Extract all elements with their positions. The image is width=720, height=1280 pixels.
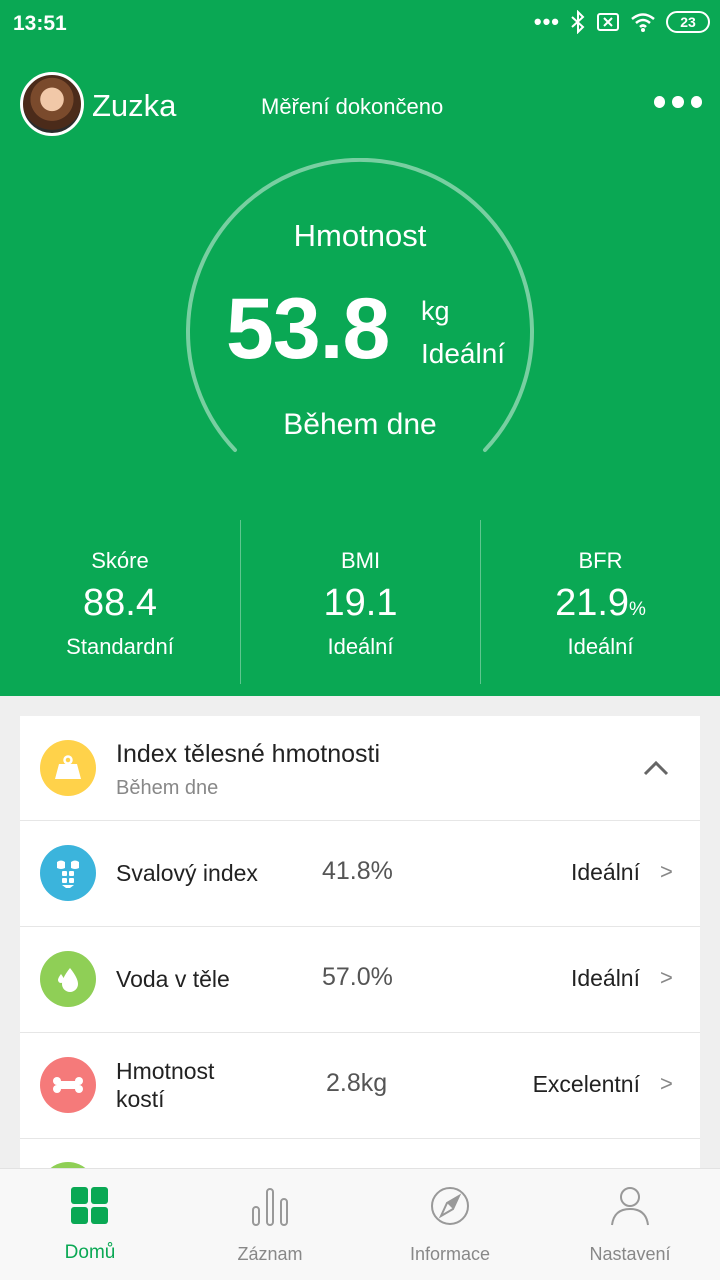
no-sim-icon (597, 13, 619, 31)
row-label: Svalový index (116, 860, 258, 886)
weight-value: 53.8 (226, 281, 390, 377)
battery-icon: 23 (666, 11, 710, 33)
top-bar: Zuzka Měření dokončeno (0, 70, 720, 140)
stat-status: Ideální (327, 634, 394, 659)
stat-bfr[interactable]: BFR 21.9% Ideální (480, 520, 720, 684)
row-value: 41.8% (322, 857, 393, 885)
row-status: Ideální (570, 965, 640, 991)
tab-settings[interactable]: Nastavení (540, 1169, 720, 1280)
tab-label: Záznam (237, 1244, 303, 1264)
bluetooth-icon (571, 10, 585, 34)
notification-dots-icon: ••• (533, 9, 560, 34)
battery-level: 23 (680, 14, 696, 30)
list-item-water[interactable]: Voda v těle 57.0% Ideální > (20, 927, 700, 1033)
stat-status: Ideální (567, 634, 634, 659)
bar-chart-icon (252, 1188, 288, 1226)
row-value: 2.8kg (326, 1069, 388, 1097)
weight-unit: kg (421, 296, 450, 326)
more-options-icon[interactable] (654, 96, 702, 112)
weight-status: Ideální (421, 338, 506, 369)
stat-label: BMI (340, 548, 381, 573)
weight-label: Hmotnost (293, 218, 427, 253)
wifi-icon (631, 13, 655, 32)
stat-value: 88.4 (83, 582, 157, 624)
card-subtitle: Během dne (116, 777, 219, 799)
row-value: 57.0% (322, 963, 393, 991)
summary-panel: 13:51 ••• 23 Zuzka Měření dokončeno Hmot… (0, 0, 720, 696)
status-time: 13:51 (13, 12, 67, 35)
tab-label: Nastavení (589, 1244, 671, 1264)
status-bar: 13:51 ••• 23 (0, 0, 720, 48)
user-name[interactable]: Zuzka (92, 88, 176, 124)
chevron-right-icon: > (660, 965, 673, 990)
chevron-right-icon: > (660, 859, 673, 884)
stat-bmi[interactable]: BMI 19.1 Ideální (240, 520, 480, 684)
tab-label: Informace (409, 1244, 491, 1264)
stat-value: 21.9 (555, 582, 630, 624)
row-label: Hmotnost kostí (116, 1058, 215, 1112)
page-title: Měření dokončeno (261, 94, 444, 119)
body-index-card: Index tělesné hmotnosti Během dne Svalov… (20, 716, 700, 1168)
chevron-right-icon: > (660, 1071, 673, 1096)
card-title: Index tělesné hmotnosti (116, 740, 381, 768)
compass-icon (431, 1187, 469, 1225)
stat-score[interactable]: Skóre 88.4 Standardní (0, 520, 240, 684)
row-status: Ideální (570, 859, 640, 885)
tab-information[interactable]: Informace (360, 1169, 540, 1280)
card-header[interactable]: Index tělesné hmotnosti Během dne (20, 716, 700, 821)
measurement-time: Během dne (283, 408, 437, 441)
avatar[interactable] (20, 72, 84, 136)
muscle-icon (40, 845, 96, 901)
row-label: Voda v těle (116, 966, 230, 992)
stat-value: 19.1 (323, 582, 398, 624)
stat-unit: % (629, 599, 646, 620)
list-item-muscle[interactable]: Svalový index 41.8% Ideální > (20, 821, 700, 927)
chevron-up-icon[interactable] (640, 756, 672, 780)
bottom-tab-bar: Domů Záznam Informace Nastavení (0, 1168, 720, 1280)
tab-records[interactable]: Záznam (180, 1169, 360, 1280)
bone-icon (40, 1057, 96, 1113)
list-item-bone[interactable]: Hmotnost kostí 2.8kg Excelentní > (20, 1033, 700, 1139)
tab-home[interactable]: Domů (0, 1169, 180, 1280)
row-status: Excelentní (532, 1071, 640, 1097)
person-icon (611, 1187, 649, 1226)
stat-label: Skóre (91, 548, 149, 573)
stat-label: BFR (578, 548, 623, 573)
stat-status: Standardní (66, 634, 174, 659)
tab-label: Domů (64, 1242, 116, 1263)
scale-weight-icon (40, 740, 96, 796)
stats-row: Skóre 88.4 Standardní BMI 19.1 Ideální B… (0, 520, 720, 684)
home-grid-icon (71, 1187, 108, 1224)
water-drop-icon (40, 951, 96, 1007)
